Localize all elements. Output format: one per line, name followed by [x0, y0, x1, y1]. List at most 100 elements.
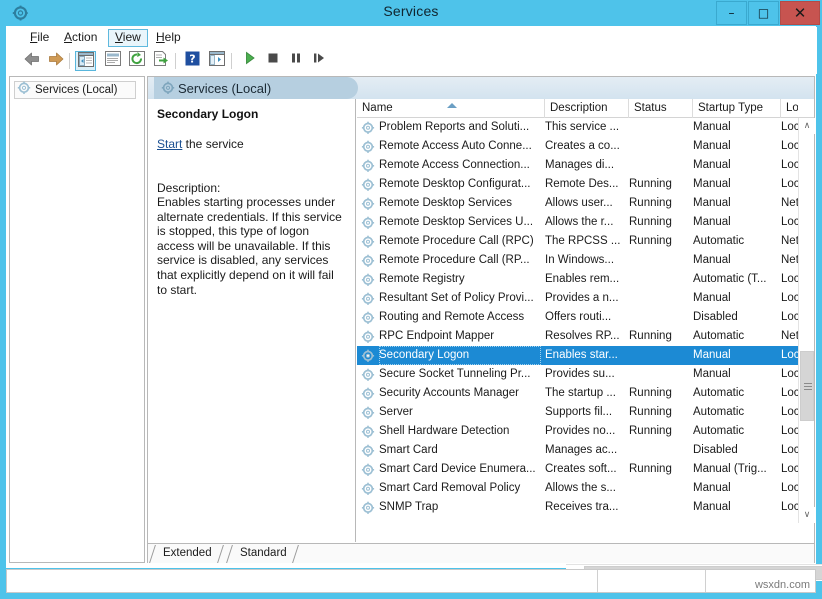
- cell-startup-type: Manual: [693, 137, 776, 156]
- services-rows-container: Problem Reports and Soluti...This servic…: [357, 118, 798, 523]
- cell-name: Shell Hardware Detection: [379, 422, 541, 441]
- maximize-button[interactable]: □: [748, 1, 779, 25]
- table-row[interactable]: Shell Hardware DetectionProvides no...Ru…: [357, 422, 798, 441]
- column-header-status[interactable]: Status: [629, 99, 693, 118]
- list-view-icon[interactable]: [206, 51, 227, 71]
- cell-log-on-as: Loc: [781, 308, 798, 327]
- cell-description: Supports fil...: [545, 403, 622, 422]
- help-icon[interactable]: ?: [182, 51, 203, 71]
- cell-status: Running: [629, 403, 687, 422]
- cell-startup-type: Disabled: [693, 308, 776, 327]
- start-service-link[interactable]: Start: [157, 137, 182, 151]
- table-row[interactable]: Smart Card Removal PolicyAllows the s...…: [357, 479, 798, 498]
- cell-status: Running: [629, 327, 687, 346]
- properties-icon[interactable]: [102, 51, 123, 71]
- cell-log-on-as: Loc: [781, 441, 798, 460]
- table-row[interactable]: Remote Desktop Configurat...Remote Des..…: [357, 175, 798, 194]
- column-header-log-on-as[interactable]: Log: [781, 99, 798, 118]
- cell-status: [629, 498, 687, 517]
- table-row[interactable]: Remote Procedure Call (RP...In Windows..…: [357, 251, 798, 270]
- cell-name: Smart Card Removal Policy: [379, 479, 541, 498]
- table-row[interactable]: Routing and Remote AccessOffers routi...…: [357, 308, 798, 327]
- table-row[interactable]: Security Accounts ManagerThe startup ...…: [357, 384, 798, 403]
- service-details-panel: Secondary Logon Start the service Descri…: [148, 99, 356, 542]
- forward-icon[interactable]: [45, 51, 66, 71]
- minimize-button[interactable]: –: [716, 1, 747, 25]
- vertical-scrollbar[interactable]: ∧ ∨: [798, 118, 814, 523]
- back-icon[interactable]: [21, 51, 42, 71]
- service-gear-icon: [361, 501, 375, 515]
- start-service-icon[interactable]: [239, 51, 260, 71]
- export-list-icon[interactable]: [150, 51, 171, 71]
- vertical-scroll-thumb[interactable]: [800, 351, 814, 421]
- page-title: Services (Local): [178, 81, 271, 96]
- minimize-icon: –: [717, 2, 746, 24]
- table-row[interactable]: ServerSupports fil...RunningAutomaticLoc: [357, 403, 798, 422]
- pause-service-icon[interactable]: [285, 51, 306, 71]
- table-row[interactable]: Smart CardManages ac...DisabledLoc: [357, 441, 798, 460]
- table-row[interactable]: Remote Desktop Services U...Allows the r…: [357, 213, 798, 232]
- stop-service-icon[interactable]: [262, 51, 283, 71]
- cell-name: RPC Endpoint Mapper: [379, 327, 541, 346]
- cell-description: Provides a n...: [545, 289, 622, 308]
- cell-status: Running: [629, 384, 687, 403]
- table-row[interactable]: Secure Socket Tunneling Pr...Provides su…: [357, 365, 798, 384]
- description-label: Description:: [157, 181, 347, 195]
- cell-name: Security Accounts Manager: [379, 384, 541, 403]
- cell-description: Allows user...: [545, 194, 622, 213]
- table-row[interactable]: Remote Access Connection...Manages di...…: [357, 156, 798, 175]
- restart-service-icon[interactable]: [308, 51, 329, 71]
- tab-extended[interactable]: Extended: [152, 545, 221, 563]
- tab-standard[interactable]: Standard: [229, 545, 296, 563]
- cell-name: Routing and Remote Access: [379, 308, 541, 327]
- cell-status: Running: [629, 194, 687, 213]
- table-row[interactable]: RPC Endpoint MapperResolves RP...Running…: [357, 327, 798, 346]
- table-row[interactable]: SNMP TrapReceives tra...ManualLoc: [357, 498, 798, 517]
- service-gear-icon: [361, 292, 375, 306]
- table-row[interactable]: Secondary LogonEnables star...ManualLoc: [357, 346, 798, 365]
- cell-startup-type: Manual: [693, 194, 776, 213]
- refresh-icon[interactable]: [126, 51, 147, 71]
- cell-startup-type: Manual: [693, 251, 776, 270]
- column-header-startup-type[interactable]: Startup Type: [693, 99, 781, 118]
- close-button[interactable]: ✕: [780, 1, 820, 25]
- cell-log-on-as: Loc: [781, 384, 798, 403]
- service-gear-icon: [361, 368, 375, 382]
- menu-action[interactable]: Action: [57, 29, 104, 47]
- cell-name: Remote Access Connection...: [379, 156, 541, 175]
- table-row[interactable]: Problem Reports and Soluti...This servic…: [357, 118, 798, 137]
- cell-name: Remote Desktop Services U...: [379, 213, 541, 232]
- status-divider: [705, 570, 706, 592]
- table-row[interactable]: Remote Access Auto Conne...Creates a co.…: [357, 137, 798, 156]
- cell-status: [629, 156, 687, 175]
- menu-help[interactable]: Help: [149, 29, 188, 47]
- scroll-up-button[interactable]: ∧: [799, 118, 815, 134]
- cell-log-on-as: Net: [781, 327, 798, 346]
- cell-log-on-as: Loc: [781, 156, 798, 175]
- service-gear-icon: [361, 349, 375, 363]
- show-hide-tree-icon[interactable]: [75, 51, 96, 71]
- service-gear-icon: [361, 482, 375, 496]
- service-gear-icon: [361, 311, 375, 325]
- cell-description: Creates a co...: [545, 137, 622, 156]
- sidebar-item-services-local[interactable]: Services (Local): [14, 81, 136, 99]
- table-row[interactable]: Remote Desktop ServicesAllows user... Run…: [357, 194, 798, 213]
- column-header-description[interactable]: Description: [545, 99, 629, 118]
- cell-startup-type: Manual: [693, 118, 776, 137]
- cell-status: [629, 441, 687, 460]
- scroll-down-button[interactable]: ∨: [799, 507, 815, 523]
- table-row[interactable]: Smart Card Device Enumera...Creates soft…: [357, 460, 798, 479]
- cell-log-on-as: Loc: [781, 137, 798, 156]
- cell-status: [629, 289, 687, 308]
- column-header-name[interactable]: Name: [357, 99, 545, 118]
- cell-status: [629, 365, 687, 384]
- service-gear-icon: [361, 330, 375, 344]
- table-row[interactable]: Resultant Set of Policy Provi...Provides…: [357, 289, 798, 308]
- menu-file[interactable]: File: [23, 29, 56, 47]
- cell-name: Remote Desktop Services: [379, 194, 541, 213]
- table-row[interactable]: Remote Procedure Call (RPC)The RPCSS ...…: [357, 232, 798, 251]
- cell-startup-type: Disabled: [693, 441, 776, 460]
- menu-view[interactable]: View: [108, 29, 148, 47]
- cell-log-on-as: Loc: [781, 403, 798, 422]
- table-row[interactable]: Remote RegistryEnables rem...Automatic (…: [357, 270, 798, 289]
